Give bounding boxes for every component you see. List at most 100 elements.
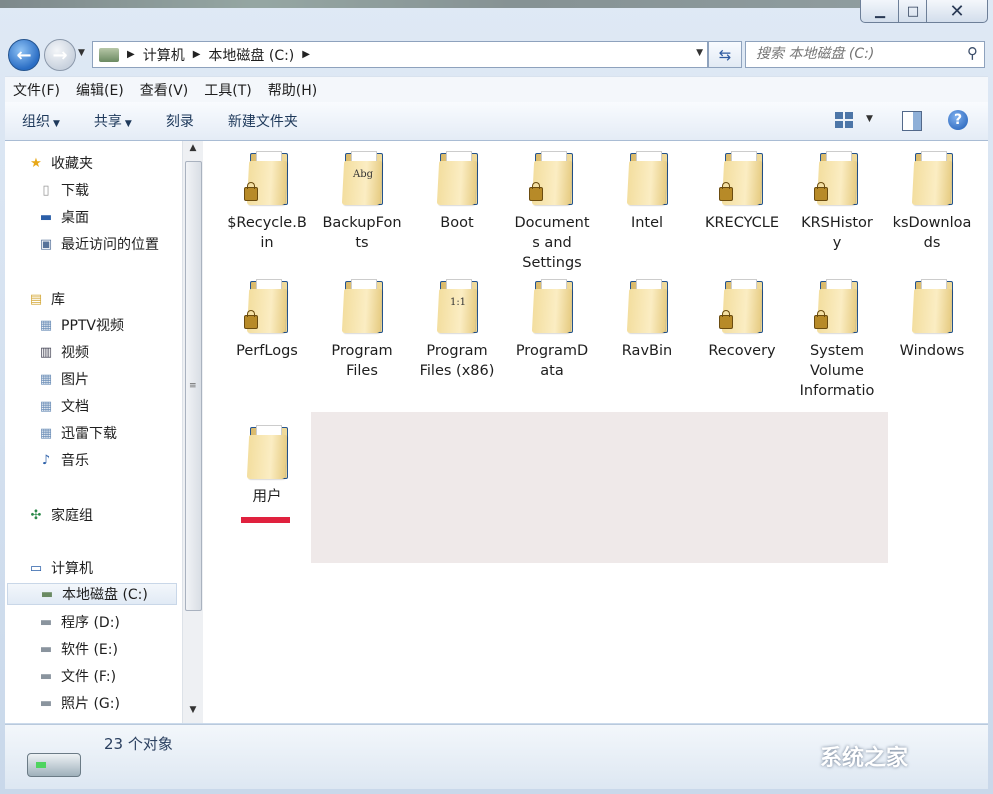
star-icon: ★ xyxy=(27,155,45,171)
recent-pages-dropdown[interactable]: ▼ xyxy=(78,48,85,58)
chevron-right-icon[interactable]: ▶ xyxy=(127,49,135,60)
nav-libraries[interactable]: ▤库 xyxy=(27,288,65,310)
nav-downloads[interactable]: ▯下载 xyxy=(37,179,89,201)
scroll-down-icon[interactable]: ▼ xyxy=(183,705,203,721)
folder-icon xyxy=(339,277,385,335)
folder-item[interactable]: KRSHistor y xyxy=(791,149,883,253)
folder-icon: Abg xyxy=(339,149,385,207)
folder-item[interactable]: Intel xyxy=(601,149,693,233)
folder-label: $Recycle.B in xyxy=(221,213,313,253)
chevron-right-icon[interactable]: ▶ xyxy=(302,49,310,60)
folder-label: ksDownloa ds xyxy=(886,213,978,253)
menu-view[interactable]: 查看(V) xyxy=(132,80,197,100)
nav-documents[interactable]: ▦文档 xyxy=(37,395,89,417)
arrow-left-icon: ← xyxy=(16,45,31,66)
preview-pane-icon[interactable] xyxy=(902,111,922,131)
help-icon[interactable]: ? xyxy=(948,110,968,130)
forward-button[interactable]: → xyxy=(44,39,76,71)
locked-folder-icon xyxy=(529,149,575,207)
folder-label: Windows xyxy=(886,341,978,361)
nav-label: 图片 xyxy=(61,369,89,389)
recent-places-icon: ▣ xyxy=(37,236,55,252)
folder-item[interactable]: AbgBackupFon ts xyxy=(316,149,408,253)
folder-item[interactable]: PerfLogs xyxy=(221,277,313,361)
nav-scrollbar[interactable]: ▲ ≡ ▼ xyxy=(182,141,203,723)
library-folder-icon: ▦ xyxy=(37,425,55,441)
close-button[interactable]: ✕ xyxy=(926,0,988,23)
nav-favorites[interactable]: ★收藏夹 xyxy=(27,152,93,174)
view-options-icon[interactable] xyxy=(835,112,853,128)
folder-item[interactable]: Document s and Settings xyxy=(506,149,598,273)
chevron-right-icon[interactable]: ▶ xyxy=(193,49,201,60)
organize-button[interactable]: 组织▼ xyxy=(5,111,77,131)
nav-label: 库 xyxy=(51,289,65,309)
nav-computer[interactable]: ▭ 计算机 xyxy=(27,557,93,579)
menu-file[interactable]: 文件(F) xyxy=(5,80,68,100)
folder-item[interactable]: ksDownloa ds xyxy=(886,149,978,253)
nav-drive-g[interactable]: ▬照片 (G:) xyxy=(37,692,120,714)
menu-bar: 文件(F) 编辑(E) 查看(V) 工具(T) 帮助(H) xyxy=(5,76,988,103)
nav-pictures[interactable]: ▦图片 xyxy=(37,368,89,390)
menu-tools[interactable]: 工具(T) xyxy=(196,80,259,100)
share-button[interactable]: 共享▼ xyxy=(77,111,149,131)
nav-drive-d[interactable]: ▬程序 (D:) xyxy=(37,611,120,633)
folder-item[interactable]: Windows xyxy=(886,277,978,361)
nav-videos[interactable]: ▥视频 xyxy=(37,341,89,363)
title-strip xyxy=(0,0,860,8)
scroll-up-icon[interactable]: ▲ xyxy=(183,143,203,159)
nav-drive-e[interactable]: ▬软件 (E:) xyxy=(37,638,118,660)
nav-label: 音乐 xyxy=(61,450,89,470)
folder-item[interactable]: Program Files xyxy=(316,277,408,381)
menu-edit[interactable]: 编辑(E) xyxy=(68,80,132,100)
nav-drive-f[interactable]: ▬文件 (F:) xyxy=(37,665,116,687)
nav-label: 家庭组 xyxy=(51,505,93,525)
locked-folder-icon xyxy=(814,277,860,335)
menu-help[interactable]: 帮助(H) xyxy=(260,80,325,100)
nav-music[interactable]: ♪ 音乐 xyxy=(37,449,89,471)
folder-item[interactable]: $Recycle.B in xyxy=(221,149,313,253)
redacted-area xyxy=(311,412,888,563)
folder-item[interactable]: 用户 xyxy=(221,423,313,507)
folder-item[interactable]: RavBin xyxy=(601,277,693,361)
file-list: $Recycle.B inAbgBackupFon tsBootDocument… xyxy=(203,141,988,723)
nav-desktop[interactable]: ▬桌面 xyxy=(37,206,89,228)
new-folder-button[interactable]: 新建文件夹 xyxy=(211,111,315,131)
view-dropdown-icon[interactable]: ▼ xyxy=(866,114,873,124)
folder-item[interactable]: Boot xyxy=(411,149,503,233)
address-bar[interactable]: ▶ 计算机 ▶ 本地磁盘 (C:) ▶ ▼ xyxy=(92,41,708,68)
command-bar: 组织▼ 共享▼ 刻录 新建文件夹 ▼ ? xyxy=(5,102,988,141)
maximize-button[interactable]: □ xyxy=(898,0,928,23)
breadcrumb-computer[interactable]: 计算机 xyxy=(143,45,185,65)
drive-icon: ▬ xyxy=(37,668,55,684)
nav-drive-c[interactable]: ▬本地磁盘 (C:) xyxy=(7,583,177,605)
minimize-button[interactable]: ▁ xyxy=(860,0,900,23)
folder-icon xyxy=(529,277,575,335)
search-box[interactable]: ⚲ xyxy=(745,41,985,68)
computer-icon: ▭ xyxy=(27,560,45,576)
nav-recent[interactable]: ▣最近访问的位置 xyxy=(37,233,159,255)
folder-item[interactable]: Recovery xyxy=(696,277,788,361)
nav-pptv[interactable]: ▦PPTV视频 xyxy=(37,314,124,336)
burn-button[interactable]: 刻录 xyxy=(149,111,211,131)
drive-icon xyxy=(27,753,81,777)
folder-item[interactable]: System Volume Informatio n xyxy=(791,277,883,401)
lock-icon xyxy=(719,187,733,201)
search-icon[interactable]: ⚲ xyxy=(967,44,978,62)
folder-icon xyxy=(624,149,670,207)
lock-icon xyxy=(244,315,258,329)
folder-label: System Volume Informatio n xyxy=(791,341,883,401)
folder-item[interactable]: ProgramD ata xyxy=(506,277,598,381)
nav-homegroup[interactable]: ✣家庭组 xyxy=(27,504,93,526)
nav-label: 计算机 xyxy=(51,558,93,578)
music-icon: ♪ xyxy=(37,452,55,468)
folder-item[interactable]: KRECYCLE xyxy=(696,149,788,233)
nav-label: 桌面 xyxy=(61,207,89,227)
address-dropdown-icon[interactable]: ▼ xyxy=(696,48,703,58)
back-button[interactable]: ← xyxy=(8,39,40,71)
breadcrumb-drive-c[interactable]: 本地磁盘 (C:) xyxy=(208,45,294,65)
refresh-button[interactable]: ⇆ xyxy=(708,41,742,68)
folder-item[interactable]: 1:1Program Files (x86) xyxy=(411,277,503,381)
search-input[interactable] xyxy=(754,42,958,66)
nav-label: 视频 xyxy=(61,342,89,362)
nav-xunlei[interactable]: ▦迅雷下载 xyxy=(37,422,117,444)
